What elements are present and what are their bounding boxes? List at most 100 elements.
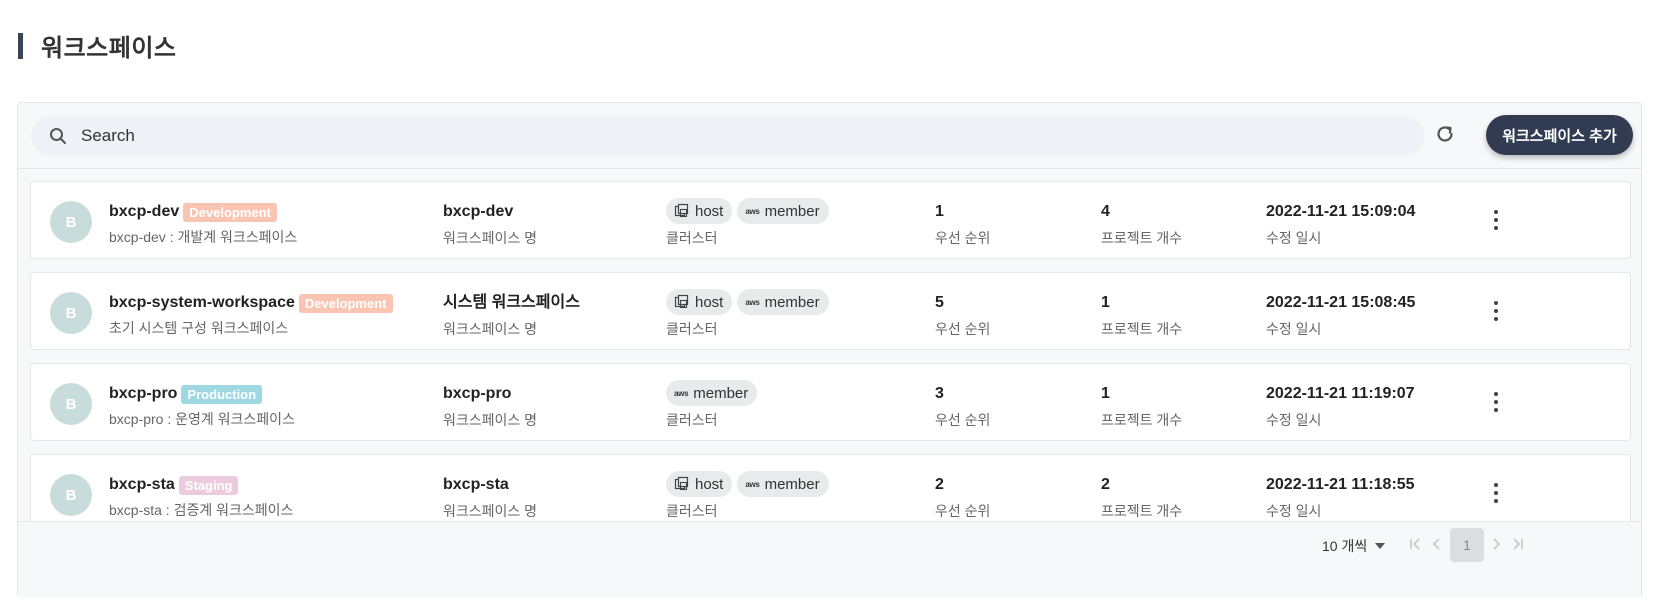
workspace-name[interactable]: bxcp-system-workspace: [109, 294, 295, 312]
modified-column: 2022-11-21 15:08:45 수정 일시: [1266, 292, 1415, 339]
more-options-button[interactable]: [1486, 390, 1506, 414]
pagination-bar: 10 개씩 1: [18, 521, 1641, 598]
priority-column: 2 우선 순위: [935, 474, 990, 521]
cluster-name: member: [693, 384, 749, 402]
avatar: B: [50, 201, 92, 243]
workspace-panel: 워크스페이스 추가 Bbxcp-dev Development bxcp-dev :…: [17, 102, 1642, 598]
more-options-button[interactable]: [1486, 299, 1506, 323]
cluster-chip[interactable]: host: [666, 198, 733, 224]
cluster-icon: [674, 294, 690, 310]
search-box[interactable]: [31, 116, 1424, 156]
cluster-name: host: [695, 293, 724, 311]
cluster-chip[interactable]: aws member: [737, 198, 829, 224]
kebab-icon: [1494, 301, 1498, 305]
display-name-value: bxcp-dev: [443, 203, 514, 220]
aws-icon: aws: [674, 388, 689, 398]
cluster-chip[interactable]: aws member: [737, 289, 829, 315]
page-header: 워크스페이스: [18, 28, 176, 63]
cluster-name: host: [695, 475, 724, 493]
last-page-button[interactable]: [1509, 536, 1525, 556]
display-name-value: bxcp-pro: [443, 385, 512, 402]
aws-icon: aws: [745, 206, 760, 216]
kebab-icon: [1494, 483, 1498, 487]
more-options-button[interactable]: [1486, 208, 1506, 232]
priority-label: 우선 순위: [935, 503, 991, 519]
workspace-row[interactable]: Bbxcp-pro Production bxcp-pro : 운영계 워크스페이스…: [30, 363, 1631, 441]
workspace-name[interactable]: bxcp-dev: [109, 203, 179, 221]
last-page-icon: [1510, 537, 1524, 556]
priority-column: 1 우선 순위: [935, 201, 990, 248]
page-title: 워크스페이스: [41, 35, 177, 62]
cluster-label: 클러스터: [666, 230, 718, 246]
title-accent-bar: [18, 32, 23, 59]
project-count-label: 프로젝트 개수: [1101, 321, 1183, 337]
project-count-value: 1: [1101, 294, 1110, 311]
workspace-list: Bbxcp-dev Development bxcp-dev : 개발계 워크스페이…: [30, 181, 1631, 545]
display-name-column: bxcp-sta 워크스페이스 명: [443, 474, 537, 521]
cluster-name: member: [764, 475, 820, 493]
workspace-name[interactable]: bxcp-pro: [109, 385, 177, 403]
add-workspace-button[interactable]: 워크스페이스 추가: [1486, 115, 1633, 155]
chevron-right-icon: [1489, 537, 1503, 556]
cluster-chip[interactable]: host: [666, 471, 733, 497]
workspace-name-block: bxcp-sta Staging bxcp-sta : 검증계 워크스페이스: [109, 472, 293, 520]
display-name-label: 워크스페이스 명: [443, 412, 538, 428]
kebab-icon: [1494, 392, 1498, 396]
project-count-column: 4 프로젝트 개수: [1101, 201, 1182, 248]
workspace-description: bxcp-pro : 운영계 워크스페이스: [109, 411, 295, 427]
workspace-row[interactable]: Bbxcp-system-workspace Development 초기 시스템 …: [30, 272, 1631, 350]
cluster-chip[interactable]: aws member: [666, 380, 758, 406]
workspace-description: 초기 시스템 구성 워크스페이스: [109, 320, 289, 336]
modified-label: 수정 일시: [1266, 503, 1322, 519]
project-count-value: 2: [1101, 476, 1110, 493]
avatar: B: [50, 383, 92, 425]
project-count-column: 1 프로젝트 개수: [1101, 383, 1182, 430]
avatar: B: [50, 474, 92, 516]
cluster-icon: [674, 476, 690, 492]
modified-value: 2022-11-21 11:18:55: [1266, 476, 1415, 493]
search-input[interactable]: [81, 126, 1381, 146]
modified-label: 수정 일시: [1266, 321, 1322, 337]
caret-down-icon: [1375, 543, 1386, 549]
first-page-button[interactable]: [1408, 536, 1424, 556]
cluster-name: member: [764, 293, 820, 311]
cluster-column: host aws member 클러스터: [666, 198, 829, 248]
workspace-row[interactable]: Bbxcp-dev Development bxcp-dev : 개발계 워크스페이…: [30, 181, 1631, 259]
priority-label: 우선 순위: [935, 321, 991, 337]
cluster-chips: aws member: [666, 380, 758, 406]
page-number-current[interactable]: 1: [1450, 528, 1484, 562]
cluster-label: 클러스터: [666, 503, 718, 519]
prev-page-button[interactable]: [1429, 536, 1445, 556]
project-count-label: 프로젝트 개수: [1101, 503, 1183, 519]
modified-value: 2022-11-21 15:08:45: [1266, 294, 1416, 311]
workspace-description: bxcp-dev : 개발계 워크스페이스: [109, 229, 298, 245]
cluster-label: 클러스터: [666, 321, 718, 337]
env-badge: Production: [181, 384, 263, 404]
cluster-chip[interactable]: host: [666, 289, 733, 315]
next-page-button[interactable]: [1488, 536, 1504, 556]
chevron-left-icon: [1430, 537, 1444, 556]
cluster-chips: host aws member: [666, 289, 829, 315]
modified-label: 수정 일시: [1266, 412, 1322, 428]
cluster-chip[interactable]: aws member: [737, 471, 829, 497]
refresh-button[interactable]: [1431, 122, 1459, 150]
project-count-column: 2 프로젝트 개수: [1101, 474, 1182, 521]
display-name-value: 시스템 워크스페이스: [443, 294, 580, 311]
more-options-button[interactable]: [1486, 481, 1506, 505]
env-badge: Development: [298, 293, 393, 313]
modified-column: 2022-11-21 11:19:07 수정 일시: [1266, 383, 1415, 430]
kebab-icon: [1494, 210, 1498, 214]
workspace-name[interactable]: bxcp-sta: [109, 476, 175, 494]
display-name-column: 시스템 워크스페이스워크스페이스 명: [443, 292, 580, 339]
search-icon: [47, 125, 69, 147]
project-count-label: 프로젝트 개수: [1101, 412, 1183, 428]
workspace-name-block: bxcp-pro Production bxcp-pro : 운영계 워크스페이스: [109, 381, 295, 429]
modified-column: 2022-11-21 15:09:04 수정 일시: [1266, 201, 1415, 248]
priority-value: 3: [935, 385, 944, 402]
project-count-value: 4: [1101, 203, 1110, 220]
modified-column: 2022-11-21 11:18:55 수정 일시: [1266, 474, 1415, 521]
display-name-label: 워크스페이스 명: [443, 321, 538, 337]
page-size-label: 10 개씩: [1322, 538, 1368, 554]
page-size-select[interactable]: 10 개씩: [1322, 536, 1386, 556]
cluster-column: aws member 클러스터: [666, 380, 758, 430]
